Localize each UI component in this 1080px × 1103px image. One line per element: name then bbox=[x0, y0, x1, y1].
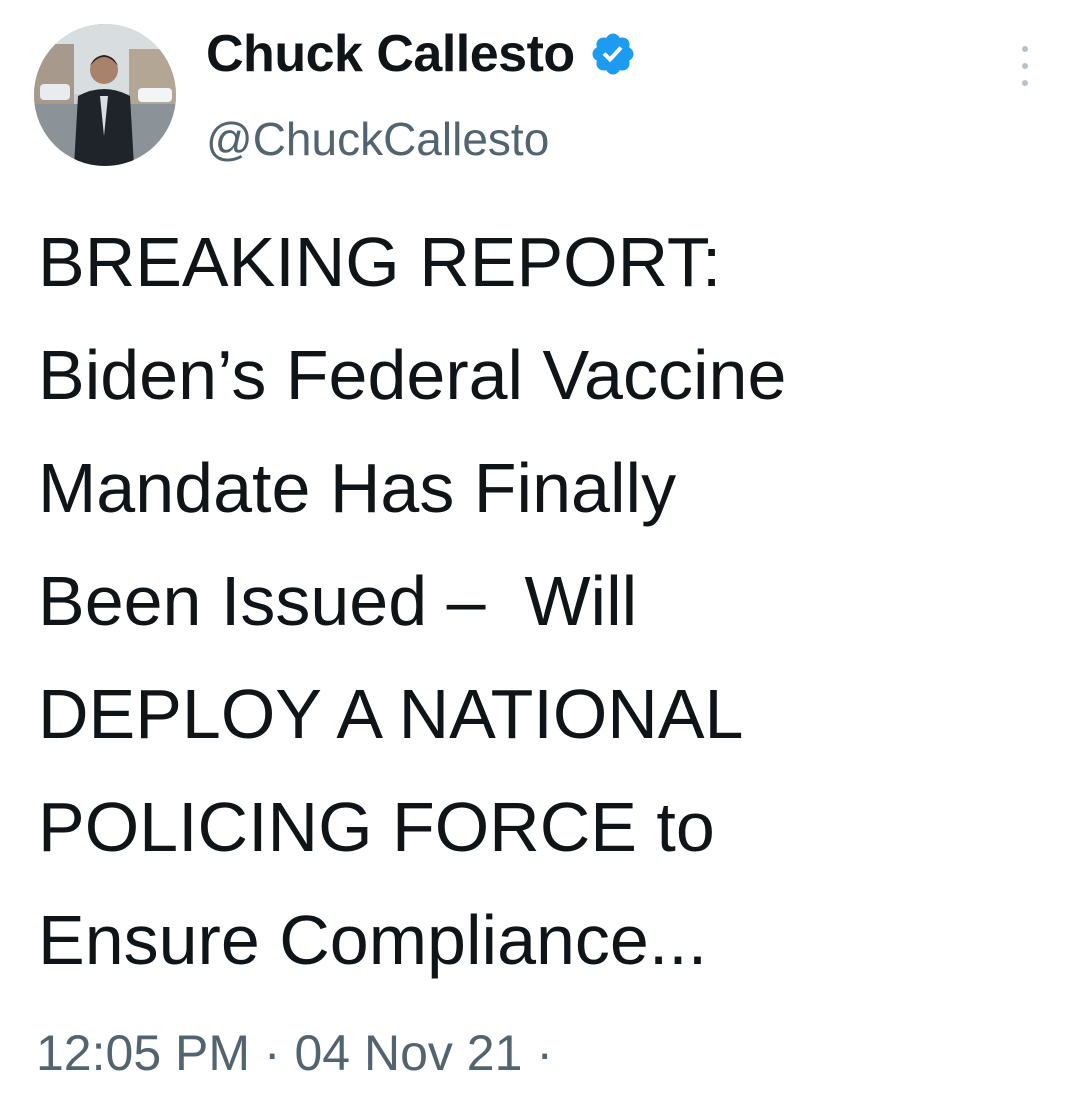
tweet-text-line: BREAKING REPORT: bbox=[38, 223, 722, 301]
tweet-text-line: Been Issued – Will bbox=[38, 562, 638, 640]
tweet-text: BREAKING REPORT: Biden’s Federal Vaccine… bbox=[38, 206, 1048, 997]
author-name-row: Chuck Callesto bbox=[206, 22, 637, 86]
tweet-text-line: Ensure Compliance... bbox=[38, 901, 708, 979]
meta-separator-trailing: · bbox=[536, 1025, 553, 1081]
tweet-text-line: Biden’s Federal Vaccine bbox=[38, 336, 787, 414]
tweet-text-line: DEPLOY A NATIONAL bbox=[38, 675, 744, 753]
tweet-meta: 12:05 PM · 04 Nov 21 · bbox=[36, 1024, 553, 1082]
author-handle[interactable]: @ChuckCallesto bbox=[206, 112, 549, 166]
tweet-text-line: POLICING FORCE to bbox=[38, 788, 715, 866]
more-options-icon[interactable] bbox=[1010, 46, 1040, 86]
more-dot bbox=[1022, 80, 1028, 86]
meta-separator: · bbox=[263, 1025, 281, 1081]
avatar-photo bbox=[34, 24, 176, 166]
author-display-name[interactable]: Chuck Callesto bbox=[206, 24, 575, 84]
more-dot bbox=[1022, 63, 1028, 69]
tweet: Chuck Callesto @ChuckCallesto BREAKING R… bbox=[0, 0, 1080, 1103]
verified-badge-icon bbox=[589, 30, 637, 78]
more-dot bbox=[1022, 46, 1028, 52]
tweet-date[interactable]: 04 Nov 21 bbox=[294, 1025, 522, 1081]
avatar[interactable] bbox=[34, 24, 176, 166]
tweet-text-line: Mandate Has Finally bbox=[38, 449, 677, 527]
tweet-time[interactable]: 12:05 PM bbox=[36, 1025, 250, 1081]
